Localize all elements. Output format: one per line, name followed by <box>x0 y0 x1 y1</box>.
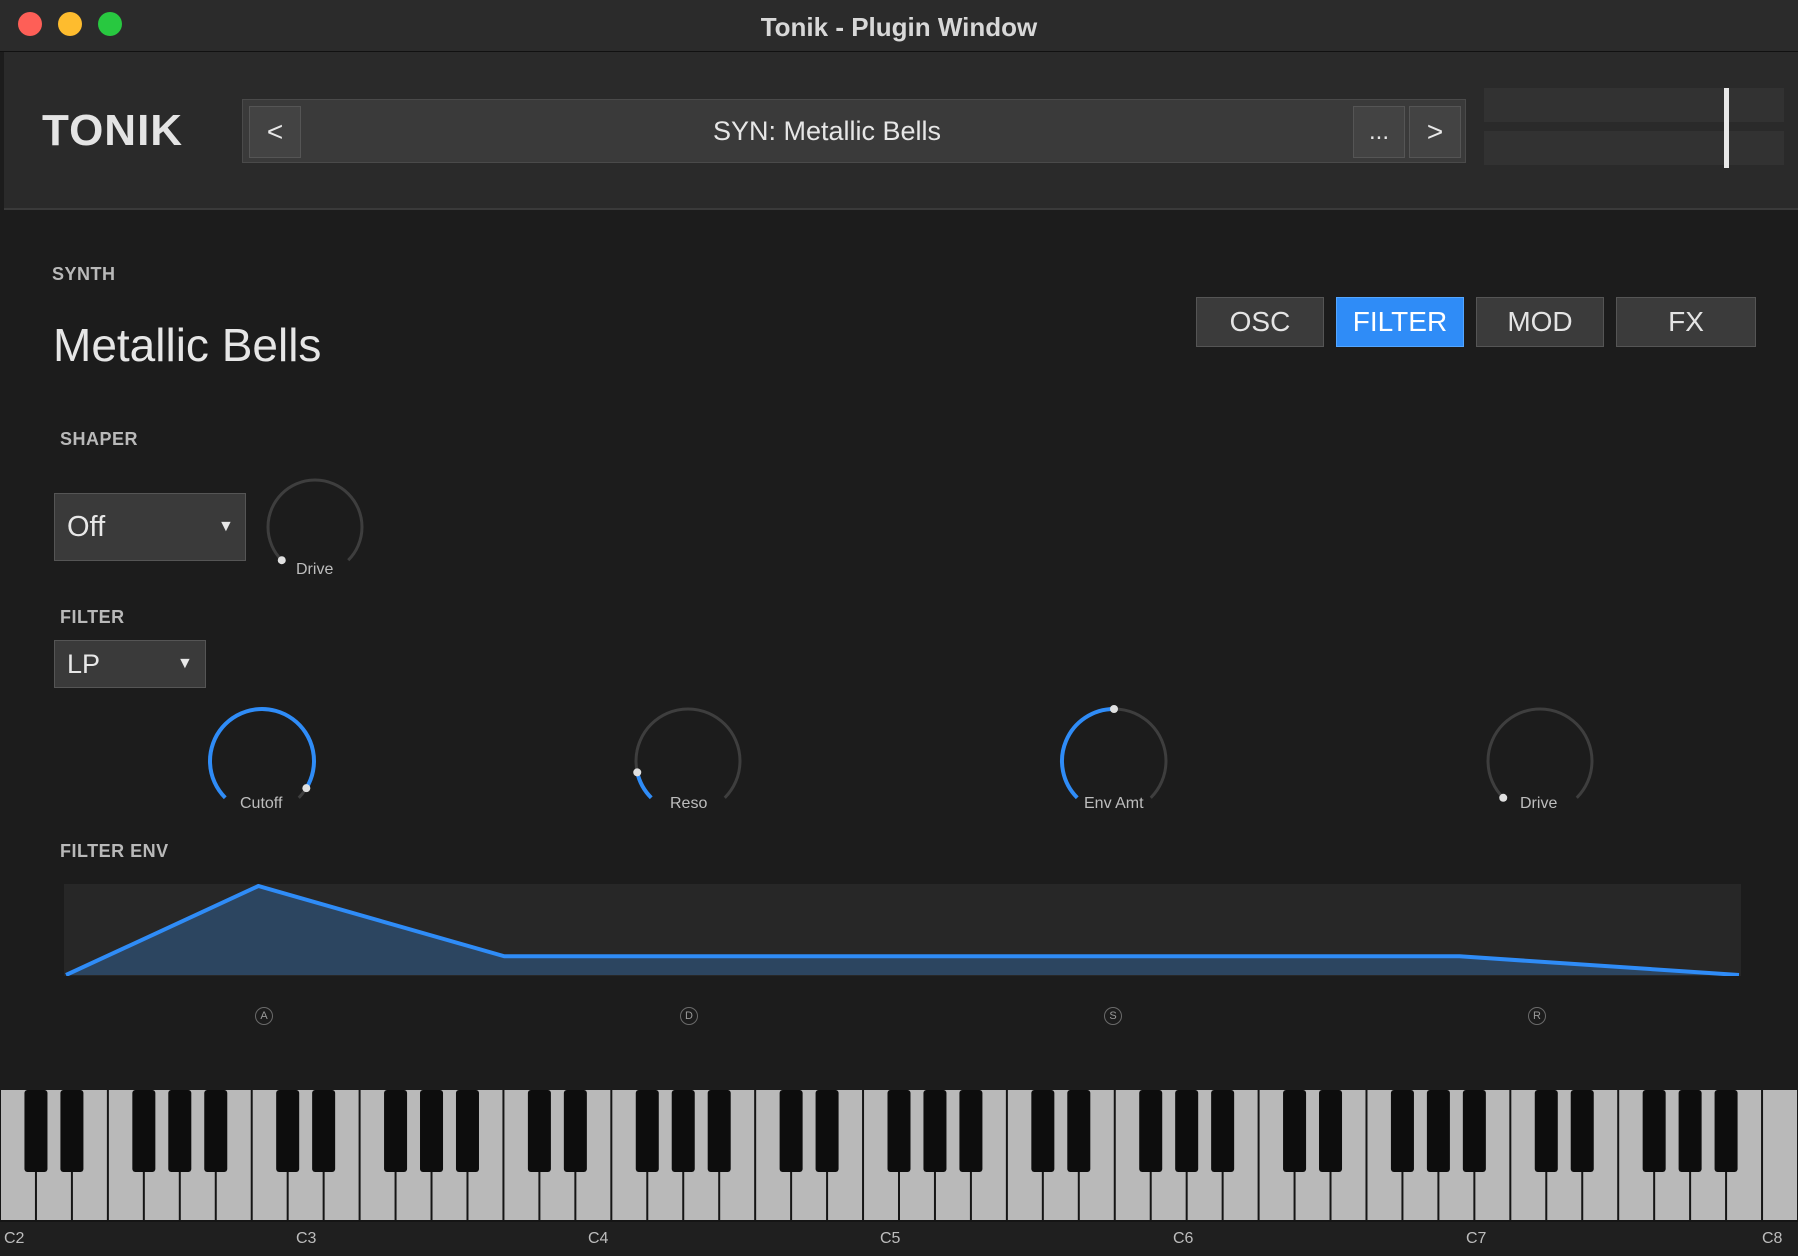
window-title: Tonik - Plugin Window <box>760 12 1038 42</box>
shaper-section-label: SHAPER <box>60 429 139 449</box>
envelope-graph[interactable] <box>64 884 1741 976</box>
plugin-header: TONIK < SYN: Metallic Bells ... > <box>4 52 1798 210</box>
knob-indicator <box>1499 793 1508 802</box>
black-key[interactable] <box>779 1090 803 1172</box>
env-decay-handle[interactable]: D <box>680 1007 698 1025</box>
octave-label: C5 <box>880 1230 901 1247</box>
black-key[interactable] <box>168 1090 192 1172</box>
black-key[interactable] <box>1570 1090 1594 1172</box>
tab-osc[interactable]: OSC <box>1196 297 1324 347</box>
knob-indicator <box>277 556 286 565</box>
knob-indicator <box>302 784 311 793</box>
octave-label: C8 <box>1762 1230 1783 1247</box>
black-key[interactable] <box>312 1090 336 1172</box>
black-key[interactable] <box>24 1090 48 1172</box>
filter-reso-label: Reso <box>670 795 708 812</box>
white-key[interactable] <box>1763 1090 1797 1220</box>
filter-envelope-display[interactable] <box>64 884 1741 976</box>
tab-mod[interactable]: MOD <box>1476 297 1604 347</box>
next-preset-button[interactable]: > <box>1409 106 1461 158</box>
knob-value-arc <box>208 707 316 800</box>
filter-drive-label: Drive <box>1520 795 1558 812</box>
octave-label: C4 <box>588 1230 609 1247</box>
knob-track <box>1486 707 1594 799</box>
knob-value-arc <box>1060 707 1115 800</box>
knob-indicator <box>1110 705 1118 713</box>
black-key[interactable] <box>1283 1090 1307 1172</box>
env-release-handle[interactable]: R <box>1528 1007 1546 1025</box>
octave-label: C7 <box>1466 1230 1487 1247</box>
shaper-type-value: Off <box>67 511 106 543</box>
preset-name[interactable]: SYN: Metallic Bells <box>303 116 1351 147</box>
black-key[interactable] <box>1319 1090 1343 1172</box>
black-key[interactable] <box>60 1090 84 1172</box>
filter-type-select[interactable]: LP ▼ <box>54 640 206 688</box>
preset-menu-button[interactable]: ... <box>1353 106 1405 158</box>
octave-label: C2 <box>4 1230 25 1247</box>
output-level-meter <box>1484 88 1784 170</box>
black-key[interactable] <box>527 1090 551 1172</box>
black-key[interactable] <box>1678 1090 1702 1172</box>
env-sustain-handle[interactable]: S <box>1104 1007 1122 1025</box>
black-key[interactable] <box>204 1090 228 1172</box>
black-key[interactable] <box>1462 1090 1486 1172</box>
meter-left-channel <box>1484 88 1784 122</box>
previous-preset-button[interactable]: < <box>249 106 301 158</box>
octave-label: C6 <box>1173 1230 1194 1247</box>
knob-track <box>266 478 364 562</box>
preset-browser: < SYN: Metallic Bells ... > <box>242 99 1466 163</box>
black-key[interactable] <box>635 1090 659 1172</box>
knob-indicator <box>633 768 642 777</box>
black-key[interactable] <box>455 1090 479 1172</box>
knob-track <box>634 707 742 799</box>
filter-section-label: FILTER <box>60 607 125 627</box>
black-key[interactable] <box>815 1090 839 1172</box>
black-key[interactable] <box>1714 1090 1738 1172</box>
black-key[interactable] <box>1534 1090 1558 1172</box>
black-key[interactable] <box>132 1090 156 1172</box>
black-key[interactable] <box>276 1090 300 1172</box>
piano-keyboard[interactable] <box>0 1090 1798 1222</box>
black-key[interactable] <box>1642 1090 1666 1172</box>
env-attack-handle[interactable]: A <box>255 1007 273 1025</box>
chevron-down-icon: ▼ <box>177 655 193 672</box>
black-key[interactable] <box>1067 1090 1091 1172</box>
black-key[interactable] <box>1139 1090 1163 1172</box>
black-key[interactable] <box>959 1090 983 1172</box>
black-key[interactable] <box>563 1090 587 1172</box>
black-key[interactable] <box>420 1090 444 1172</box>
black-key[interactable] <box>923 1090 947 1172</box>
tab-filter[interactable]: FILTER <box>1336 297 1464 347</box>
envelope-fill <box>66 886 1739 975</box>
shaper-type-select[interactable]: Off ▼ <box>54 493 246 561</box>
tab-fx[interactable]: FX <box>1616 297 1756 347</box>
meter-peak-marker <box>1724 88 1729 168</box>
keyboard-octave-labels: C2 C3 C4 C5 C6 C7 C8 <box>0 1222 1798 1256</box>
filter-env-amount-label: Env Amt <box>1084 795 1144 812</box>
filter-env-section-label: FILTER ENV <box>60 841 169 861</box>
knob-value-arc <box>635 771 653 800</box>
piano-keys[interactable] <box>0 1090 1798 1222</box>
black-key[interactable] <box>384 1090 408 1172</box>
black-key[interactable] <box>887 1090 911 1172</box>
black-key[interactable] <box>1390 1090 1414 1172</box>
filter-type-value: LP <box>67 649 101 679</box>
black-key[interactable] <box>707 1090 731 1172</box>
chevron-down-icon: ▼ <box>218 518 234 535</box>
meter-right-channel <box>1484 131 1784 165</box>
shaper-drive-label: Drive <box>296 561 334 578</box>
octave-label: C3 <box>296 1230 317 1247</box>
app-logo: TONIK <box>42 106 184 155</box>
black-key[interactable] <box>1426 1090 1450 1172</box>
patch-title: Metallic Bells <box>53 319 322 371</box>
black-key[interactable] <box>1175 1090 1199 1172</box>
black-key[interactable] <box>1031 1090 1055 1172</box>
black-key[interactable] <box>1211 1090 1235 1172</box>
category-label: SYNTH <box>52 264 116 284</box>
filter-cutoff-label: Cutoff <box>240 795 283 812</box>
black-key[interactable] <box>671 1090 695 1172</box>
window-titlebar: Tonik - Plugin Window <box>0 0 1798 52</box>
